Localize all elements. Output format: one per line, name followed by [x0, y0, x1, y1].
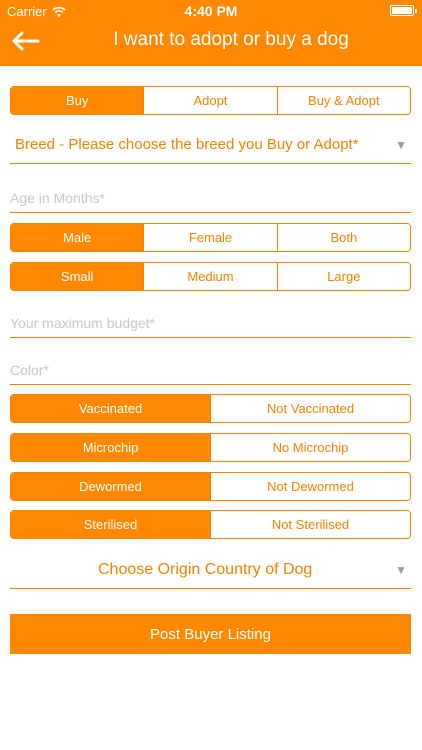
chevron-down-icon: ▼: [395, 138, 407, 152]
battery-fill: [392, 7, 412, 14]
dewormed-segment: Dewormed Not Dewormed: [10, 472, 411, 501]
nav-bar: Carrier 4:40 PM I want to adopt or buy a…: [0, 0, 422, 66]
breed-dropdown[interactable]: Breed - Please choose the breed you Buy …: [10, 128, 411, 164]
post-buyer-listing-button[interactable]: Post Buyer Listing: [10, 614, 411, 654]
back-arrow-icon: [12, 31, 40, 51]
vaccinated-segment: Vaccinated Not Vaccinated: [10, 394, 411, 423]
segment-microchip[interactable]: Microchip: [11, 434, 210, 461]
listing-type-segment: Buy Adopt Buy & Adopt: [10, 86, 411, 115]
segment-not-dewormed[interactable]: Not Dewormed: [210, 473, 410, 500]
color-field: [10, 351, 411, 385]
origin-country-dropdown[interactable]: Choose Origin Country of Dog ▼: [10, 553, 411, 589]
origin-country-label: Choose Origin Country of Dog: [98, 561, 313, 578]
sterilised-segment: Sterilised Not Sterilised: [10, 510, 411, 539]
status-bar: Carrier 4:40 PM: [0, 0, 422, 22]
microchip-segment: Microchip No Microchip: [10, 433, 411, 462]
segment-vaccinated[interactable]: Vaccinated: [11, 395, 210, 422]
segment-male[interactable]: Male: [11, 224, 144, 251]
segment-not-vaccinated[interactable]: Not Vaccinated: [210, 395, 410, 422]
chevron-down-icon: ▼: [395, 563, 407, 577]
segment-buy-and-adopt[interactable]: Buy & Adopt: [276, 87, 410, 114]
segment-buy[interactable]: Buy: [11, 87, 144, 114]
segment-both[interactable]: Both: [276, 224, 410, 251]
color-input[interactable]: [10, 362, 411, 378]
segment-small[interactable]: Small: [11, 263, 144, 290]
age-field: [10, 179, 411, 213]
budget-field: [10, 304, 411, 338]
segment-female[interactable]: Female: [143, 224, 277, 251]
segment-dewormed[interactable]: Dewormed: [11, 473, 210, 500]
size-segment: Small Medium Large: [10, 262, 411, 291]
battery-icon: [390, 5, 417, 16]
segment-not-sterilised[interactable]: Not Sterilised: [210, 511, 410, 538]
status-time: 4:40 PM: [184, 3, 238, 19]
segment-no-microchip[interactable]: No Microchip: [210, 434, 410, 461]
gender-segment: Male Female Both: [10, 223, 411, 252]
breed-dropdown-label: Breed - Please choose the breed you Buy …: [15, 136, 359, 153]
segment-large[interactable]: Large: [276, 263, 410, 290]
budget-input[interactable]: [10, 315, 411, 331]
age-input[interactable]: [10, 190, 411, 206]
back-button[interactable]: [8, 26, 42, 56]
segment-medium[interactable]: Medium: [143, 263, 277, 290]
segment-adopt[interactable]: Adopt: [143, 87, 277, 114]
page-title: I want to adopt or buy a dog: [113, 29, 349, 50]
segment-sterilised[interactable]: Sterilised: [11, 511, 210, 538]
